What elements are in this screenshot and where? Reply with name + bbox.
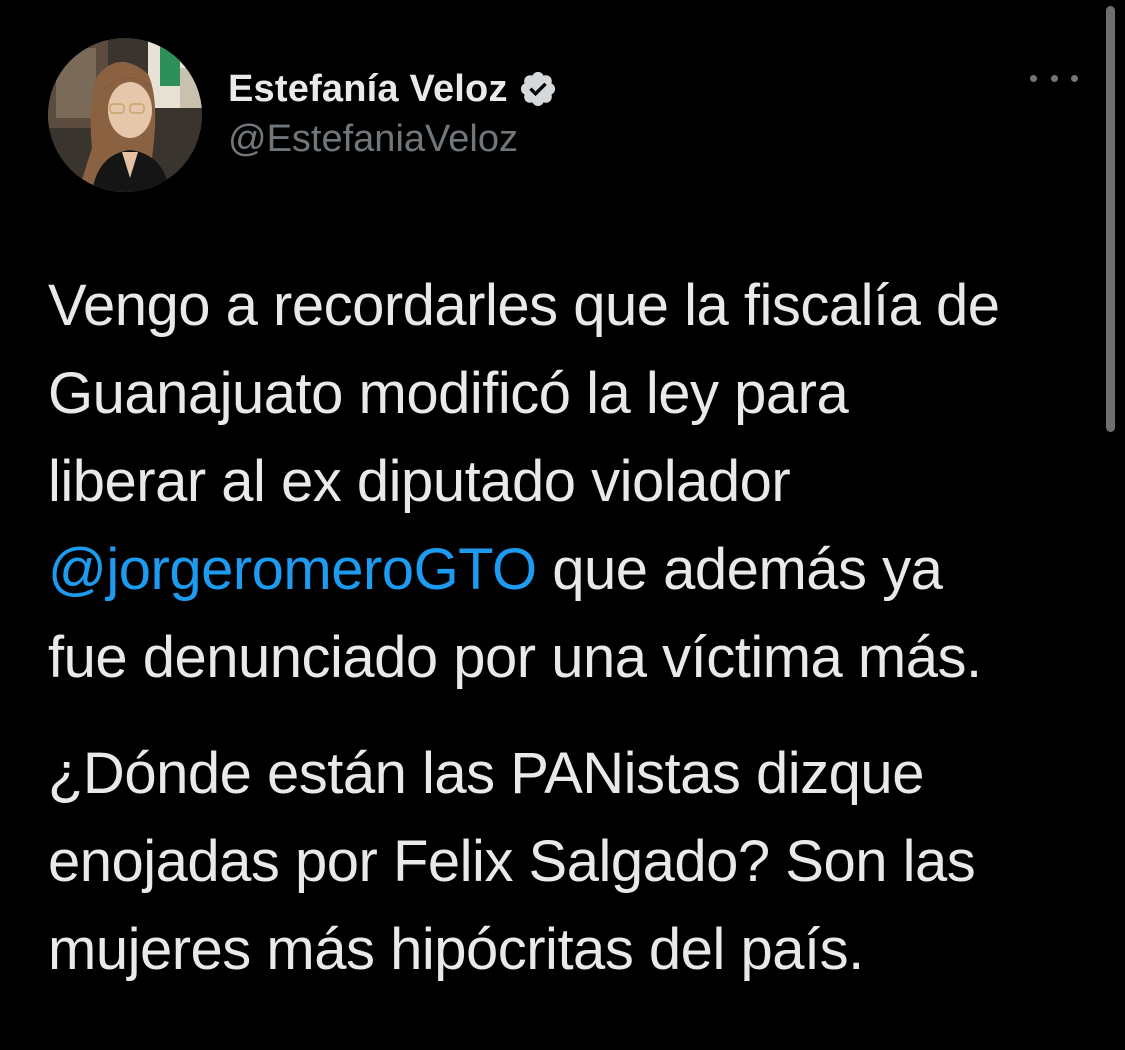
avatar[interactable]	[48, 38, 202, 192]
tweet-card: Estefanía Veloz @EstefaniaVeloz Vengo a …	[0, 0, 1125, 1050]
tweet-line: ¿Dónde están las PANistas dizque	[48, 741, 924, 806]
display-name-row: Estefanía Veloz	[228, 66, 558, 112]
tweet-paragraph-2: ¿Dónde están las PANistas dizque enojada…	[48, 730, 1088, 994]
tweet-text: Vengo a recordarles que la fiscalía de G…	[48, 262, 1088, 994]
author-names: Estefanía Veloz @EstefaniaVeloz	[228, 66, 558, 161]
tweet-line: Guanajuato modificó la ley para	[48, 361, 849, 426]
display-name[interactable]: Estefanía Veloz	[228, 68, 508, 111]
mention-link[interactable]: @jorgeromeroGTO	[48, 537, 537, 602]
tweet-line: fue denunciado por una víctima más.	[48, 625, 982, 690]
handle[interactable]: @EstefaniaVeloz	[228, 118, 558, 161]
tweet-header: Estefanía Veloz @EstefaniaVeloz	[48, 38, 1078, 192]
tweet-line: mujeres más hipócritas del país.	[48, 917, 864, 982]
dot	[1071, 74, 1078, 82]
tweet-line: enojadas por Felix Salgado? Son las	[48, 829, 976, 894]
verified-badge-icon	[518, 69, 558, 109]
scrollbar[interactable]	[1106, 6, 1115, 432]
more-options-icon[interactable]	[1030, 68, 1078, 88]
dot	[1050, 74, 1058, 82]
tweet-line: liberar al ex diputado violador	[48, 449, 791, 514]
tweet-paragraph-1: Vengo a recordarles que la fiscalía de G…	[48, 262, 1088, 702]
avatar-image	[48, 38, 202, 192]
tweet-line: que además ya	[536, 537, 943, 602]
dot	[1030, 74, 1037, 82]
tweet-line: Vengo a recordarles que la fiscalía de	[48, 273, 1000, 338]
